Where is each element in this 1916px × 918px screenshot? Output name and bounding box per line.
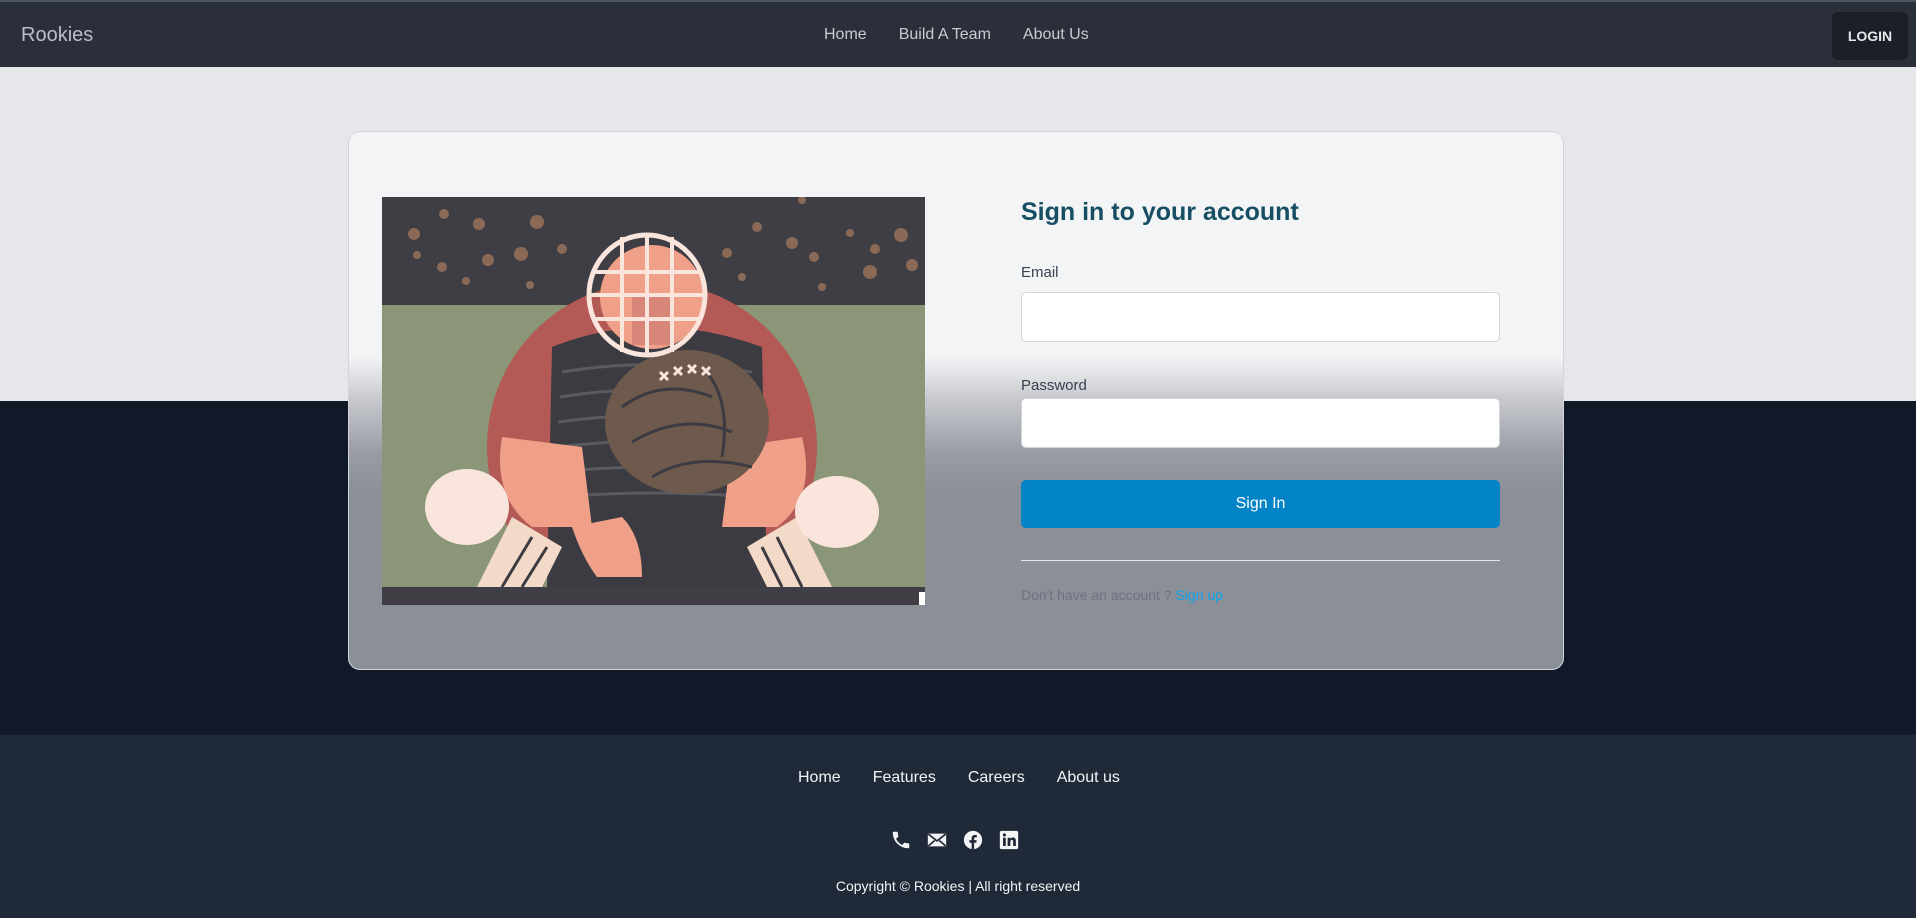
footer-features[interactable]: Features bbox=[873, 769, 936, 787]
brand-logo[interactable]: Rookies bbox=[21, 24, 93, 47]
nav-about-us[interactable]: About Us bbox=[1023, 26, 1089, 44]
footer-about-us[interactable]: About us bbox=[1057, 769, 1120, 787]
divider bbox=[1021, 560, 1500, 561]
footer-home[interactable]: Home bbox=[798, 769, 841, 787]
social-icons bbox=[890, 829, 1020, 851]
copyright: Copyright © Rookies | All right reserved bbox=[835, 878, 1081, 894]
signup-link[interactable]: Sign up bbox=[1175, 587, 1222, 603]
login-card: Sign in to your account Email Password S… bbox=[348, 131, 1564, 670]
mail-icon[interactable] bbox=[926, 829, 948, 851]
nav-links: Home Build A Team About Us bbox=[824, 26, 1089, 44]
nav-build-a-team[interactable]: Build A Team bbox=[899, 26, 991, 44]
signup-prompt: Don't have an account ? Sign up bbox=[1021, 587, 1223, 603]
footer-careers[interactable]: Careers bbox=[968, 769, 1025, 787]
password-field[interactable] bbox=[1021, 398, 1500, 448]
nav-home[interactable]: Home bbox=[824, 26, 867, 44]
password-label: Password bbox=[1021, 377, 1087, 394]
signup-prompt-text: Don't have an account ? bbox=[1021, 587, 1176, 603]
sign-in-button[interactable]: Sign In bbox=[1021, 480, 1500, 528]
footer: Home Features Careers About us Copyright… bbox=[0, 735, 1916, 918]
linkedin-icon[interactable] bbox=[998, 829, 1020, 851]
facebook-icon[interactable] bbox=[962, 829, 984, 851]
phone-icon[interactable] bbox=[890, 829, 912, 851]
navbar: Rookies Home Build A Team About Us LOGIN bbox=[0, 0, 1916, 67]
footer-links: Home Features Careers About us bbox=[798, 769, 1120, 787]
email-label: Email bbox=[1021, 264, 1059, 281]
email-field[interactable] bbox=[1021, 292, 1500, 342]
baseball-catcher-illustration bbox=[382, 197, 925, 605]
form-title: Sign in to your account bbox=[1021, 198, 1299, 226]
login-button[interactable]: LOGIN bbox=[1832, 12, 1908, 60]
